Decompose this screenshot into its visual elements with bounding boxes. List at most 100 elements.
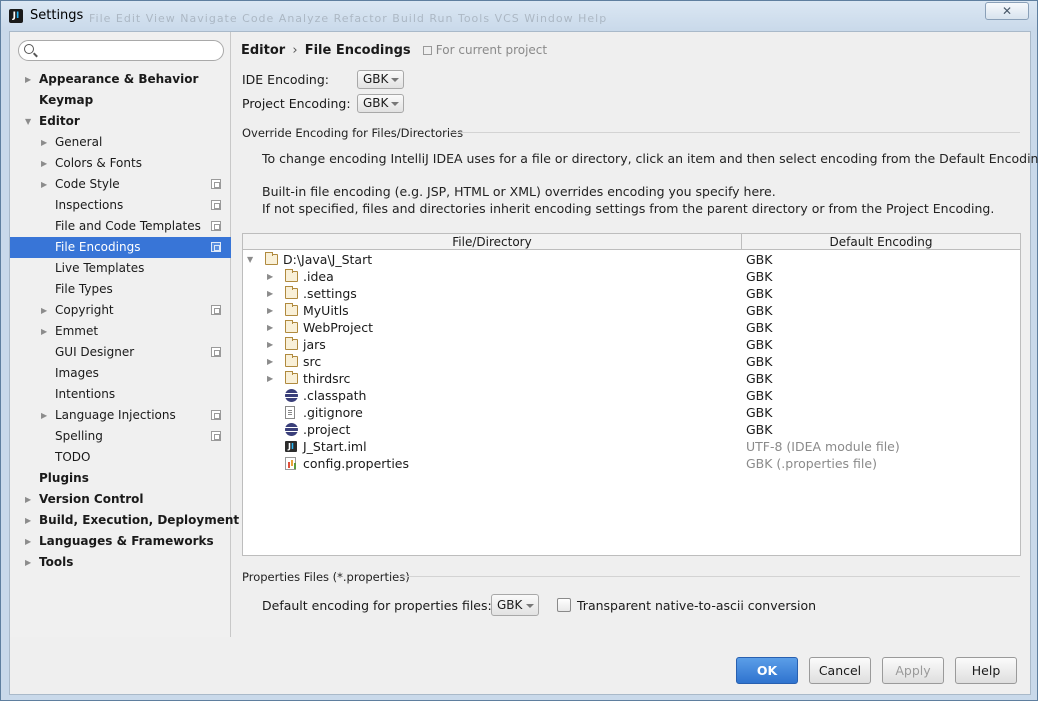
file-icon — [285, 406, 295, 419]
sidebar-item-language-injections[interactable]: ▶ Language Injections — [10, 405, 231, 426]
table-row[interactable]: ▶ src GBK — [243, 353, 1020, 370]
collapsed-arrow-icon[interactable]: ▶ — [267, 353, 273, 370]
expanded-arrow-icon[interactable]: ▼ — [247, 251, 253, 268]
apply-button[interactable]: Apply — [882, 657, 944, 684]
expanded-arrow-icon[interactable]: ▼ — [25, 111, 35, 132]
sidebar-item-version-control[interactable]: ▶ Version Control — [10, 489, 231, 510]
table-row[interactable]: .project GBK — [243, 421, 1020, 438]
table-row[interactable]: ▶ WebProject GBK — [243, 319, 1020, 336]
sidebar-item-inspections[interactable]: Inspections — [10, 195, 231, 216]
sidebar-item-file-encodings[interactable]: File Encodings — [10, 237, 231, 258]
sidebar-item-file-types[interactable]: File Types — [10, 279, 231, 300]
help-button[interactable]: Help — [955, 657, 1017, 684]
override-section-title: Override Encoding for Files/Directories — [242, 126, 464, 140]
column-header-default-encoding[interactable]: Default Encoding — [742, 234, 1020, 250]
eclipse-icon — [285, 423, 298, 436]
collapsed-arrow-icon[interactable]: ▶ — [25, 531, 35, 552]
sidebar-item-appearance-behavior[interactable]: ▶ Appearance & Behavior — [10, 69, 231, 90]
table-row[interactable]: .classpath GBK — [243, 387, 1020, 404]
file-name: MyUitls — [303, 303, 349, 318]
encoding-cell[interactable]: GBK — [746, 302, 772, 319]
encoding-cell[interactable]: GBK — [746, 336, 772, 353]
collapsed-arrow-icon[interactable]: ▶ — [25, 510, 35, 531]
table-row[interactable]: ▶ jars GBK — [243, 336, 1020, 353]
folder-icon — [285, 371, 298, 384]
sidebar-item-label: File and Code Templates — [55, 219, 201, 233]
collapsed-arrow-icon[interactable]: ▶ — [267, 336, 273, 353]
collapsed-arrow-icon[interactable]: ▶ — [41, 153, 51, 174]
title-bar[interactable]: JI Settings File Edit View Navigate Code… — [1, 1, 1037, 31]
table-row[interactable]: ▶ MyUitls GBK — [243, 302, 1020, 319]
encoding-cell[interactable]: GBK — [746, 370, 772, 387]
collapsed-arrow-icon[interactable]: ▶ — [41, 405, 51, 426]
collapsed-arrow-icon[interactable]: ▶ — [25, 552, 35, 573]
sidebar-item-code-style[interactable]: ▶ Code Style — [10, 174, 231, 195]
sidebar-item-spelling[interactable]: Spelling — [10, 426, 231, 447]
collapsed-arrow-icon[interactable]: ▶ — [25, 489, 35, 510]
sidebar-item-images[interactable]: Images — [10, 363, 231, 384]
file-name: .classpath — [303, 388, 367, 403]
table-row[interactable]: ▶ .settings GBK — [243, 285, 1020, 302]
encoding-cell[interactable]: UTF-8 (IDEA module file) — [746, 438, 900, 455]
table-row[interactable]: ▼ D:\Java\J_Start GBK — [243, 251, 1020, 268]
sidebar-item-label: Version Control — [39, 492, 144, 506]
table-row[interactable]: ▶ .idea GBK — [243, 268, 1020, 285]
sidebar-item-todo[interactable]: TODO — [10, 447, 231, 468]
encoding-cell[interactable]: GBK (.properties file) — [746, 455, 877, 472]
encoding-cell[interactable]: GBK — [746, 404, 772, 421]
ide-encoding-select[interactable]: GBK — [357, 70, 404, 89]
sidebar-item-keymap[interactable]: Keymap — [10, 90, 231, 111]
sidebar-item-copyright[interactable]: ▶ Copyright — [10, 300, 231, 321]
sidebar-item-plugins[interactable]: Plugins — [10, 468, 231, 489]
encoding-cell[interactable]: GBK — [746, 285, 772, 302]
table-row[interactable]: config.properties GBK (.properties file) — [243, 455, 1020, 472]
column-header-file-directory[interactable]: File/Directory — [243, 234, 742, 250]
collapsed-arrow-icon[interactable]: ▶ — [267, 302, 273, 319]
settings-search[interactable] — [18, 40, 224, 61]
sidebar-item-label: Intentions — [55, 387, 116, 401]
properties-encoding-value: GBK — [497, 598, 523, 612]
encoding-cell[interactable]: GBK — [746, 319, 772, 336]
project-encoding-select[interactable]: GBK — [357, 94, 404, 113]
sidebar-item-general[interactable]: ▶ General — [10, 132, 231, 153]
breadcrumb-current: File Encodings — [304, 43, 411, 58]
search-input[interactable] — [41, 43, 217, 58]
collapsed-arrow-icon[interactable]: ▶ — [25, 69, 35, 90]
properties-encoding-select[interactable]: GBK — [491, 594, 539, 616]
encoding-cell[interactable]: GBK — [746, 251, 772, 268]
sidebar-item-intentions[interactable]: Intentions — [10, 384, 231, 405]
encoding-cell[interactable]: GBK — [746, 421, 772, 438]
sidebar-item-emmet[interactable]: ▶ Emmet — [10, 321, 231, 342]
sidebar-item-gui-designer[interactable]: GUI Designer — [10, 342, 231, 363]
collapsed-arrow-icon[interactable]: ▶ — [41, 321, 51, 342]
sidebar-item-colors-fonts[interactable]: ▶ Colors & Fonts — [10, 153, 231, 174]
sidebar-item-file-and-code-templates[interactable]: File and Code Templates — [10, 216, 231, 237]
file-name: src — [303, 354, 322, 369]
table-row[interactable]: JI J_Start.iml UTF-8 (IDEA module file) — [243, 438, 1020, 455]
sidebar-item-editor[interactable]: ▼ Editor — [10, 111, 231, 132]
collapsed-arrow-icon[interactable]: ▶ — [267, 285, 273, 302]
sidebar-item-tools[interactable]: ▶ Tools — [10, 552, 231, 573]
collapsed-arrow-icon[interactable]: ▶ — [41, 300, 51, 321]
table-row[interactable]: .gitignore GBK — [243, 404, 1020, 421]
ok-button[interactable]: OK — [736, 657, 798, 684]
encoding-cell[interactable]: GBK — [746, 387, 772, 404]
encoding-cell[interactable]: GBK — [746, 268, 772, 285]
table-row[interactable]: ▶ thirdsrc GBK — [243, 370, 1020, 387]
sidebar-item-build-execution-deployment[interactable]: ▶ Build, Execution, Deployment — [10, 510, 239, 531]
cancel-button[interactable]: Cancel — [809, 657, 871, 684]
encoding-cell[interactable]: GBK — [746, 353, 772, 370]
collapsed-arrow-icon[interactable]: ▶ — [41, 132, 51, 153]
folder-icon — [285, 303, 298, 316]
encoding-table[interactable]: File/Directory Default Encoding ▼ D:\Java… — [242, 233, 1021, 556]
window-close-button[interactable]: ✕ — [985, 2, 1029, 20]
collapsed-arrow-icon[interactable]: ▶ — [41, 174, 51, 195]
collapsed-arrow-icon[interactable]: ▶ — [267, 370, 273, 387]
collapsed-arrow-icon[interactable]: ▶ — [267, 268, 273, 285]
sidebar-item-languages-frameworks[interactable]: ▶ Languages & Frameworks — [10, 531, 231, 552]
transparent-conversion-checkbox[interactable] — [557, 598, 571, 612]
sidebar-item-label: GUI Designer — [55, 345, 135, 359]
collapsed-arrow-icon[interactable]: ▶ — [267, 319, 273, 336]
sidebar-item-live-templates[interactable]: Live Templates — [10, 258, 231, 279]
sidebar-item-label: General — [55, 135, 103, 149]
